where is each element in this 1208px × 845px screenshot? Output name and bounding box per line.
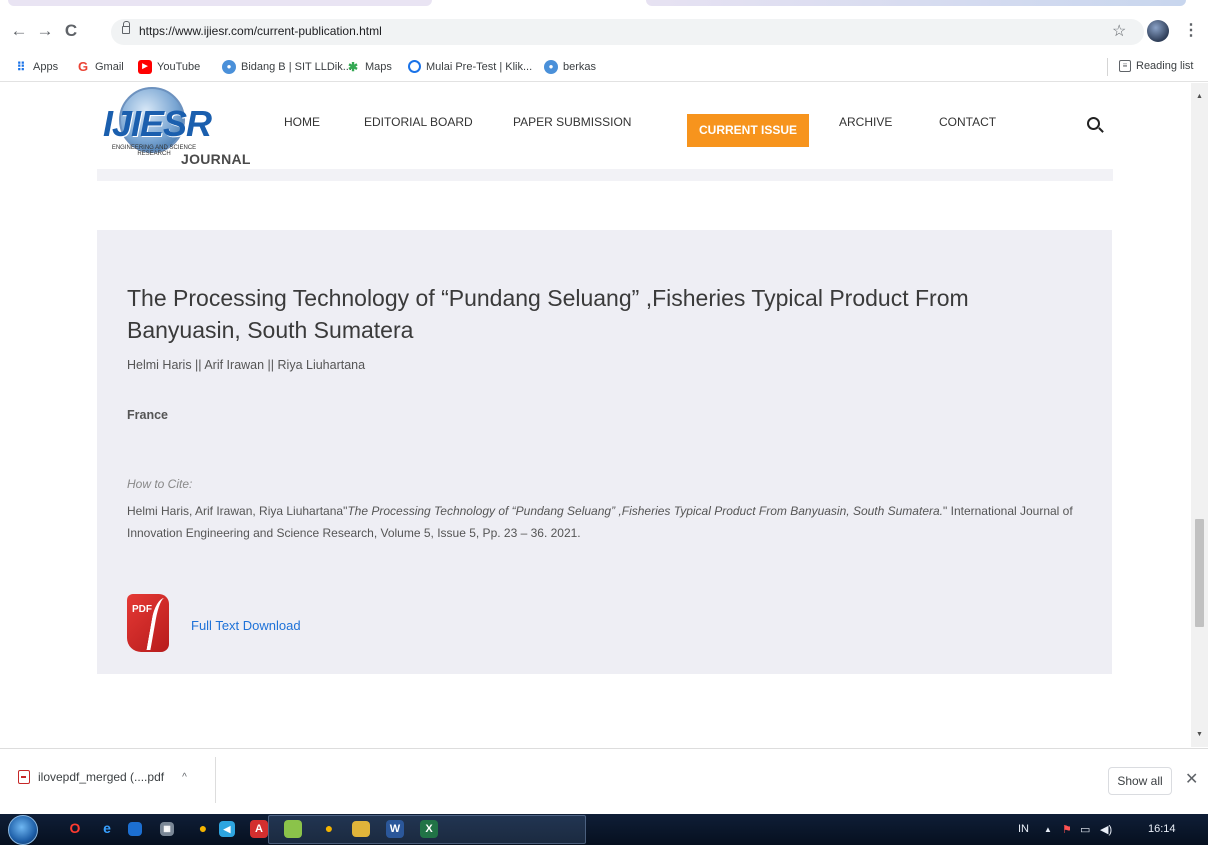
bookmark-apps[interactable]: ⠿ Apps — [14, 60, 58, 74]
apps-grid-icon: ⠿ — [16, 60, 26, 74]
start-button[interactable] — [8, 815, 38, 845]
reload-icon[interactable]: C — [60, 20, 82, 42]
chrome-icon[interactable]: ● — [318, 817, 340, 839]
app-icon[interactable] — [128, 822, 142, 836]
profile-avatar[interactable] — [1147, 20, 1169, 42]
article-country: France — [127, 408, 168, 422]
back-icon[interactable]: ← — [8, 20, 30, 42]
nav-current-issue[interactable]: CURRENT ISSUE — [687, 114, 809, 147]
search-icon[interactable] — [1087, 117, 1100, 130]
bookmark-youtube[interactable]: ▶ YouTube — [138, 60, 200, 74]
article-authors: Helmi Haris || Arif Irawan || Riya Liuha… — [127, 358, 366, 372]
bookmark-maps[interactable]: ✱ Maps — [346, 60, 392, 74]
chevron-up-icon[interactable]: ^ — [182, 772, 187, 783]
tray-expand-icon[interactable]: ▲ — [1044, 825, 1052, 834]
forward-icon[interactable]: → — [34, 20, 56, 42]
logo-wordmark: IJIESR — [103, 103, 212, 144]
bookmark-gmail[interactable]: G Gmail — [76, 60, 124, 74]
citation-title: The Processing Technology of “Pundang Se… — [347, 504, 943, 518]
download-filename: ilovepdf_merged (....pdf — [38, 770, 165, 784]
citation-title-close: " — [943, 504, 948, 518]
bookmark-star-icon[interactable]: ☆ — [1112, 21, 1126, 41]
maps-pin-icon: ✱ — [347, 60, 359, 74]
flag-icon[interactable]: ⚑ — [1062, 823, 1072, 836]
acrobat-icon[interactable]: A — [250, 820, 268, 838]
citation-text: Helmi Haris, Arif Irawan, Riya Liuhartan… — [127, 500, 1092, 544]
circle-o-icon — [408, 60, 421, 73]
globe-icon: ● — [222, 60, 236, 74]
clock[interactable]: 16:14 — [1148, 823, 1176, 835]
bookmark-bidang[interactable]: ● Bidang B | SIT LLDik... — [222, 60, 352, 74]
nav-editorial-board[interactable]: EDITORIAL BOARD — [364, 115, 473, 129]
excel-icon[interactable]: X — [420, 820, 438, 838]
pdf-file-icon — [18, 770, 30, 784]
scroll-thumb[interactable] — [1195, 519, 1204, 627]
tab-strip — [0, 0, 1208, 12]
pdf-badge: PDF — [132, 604, 152, 615]
menu-kebab-icon[interactable]: ⋮ — [1183, 20, 1199, 40]
bookmark-label: YouTube — [157, 61, 201, 73]
lock-icon[interactable] — [122, 21, 130, 34]
language-indicator[interactable]: IN — [1018, 823, 1029, 835]
app-icon[interactable] — [284, 820, 302, 838]
opera-icon[interactable]: O — [64, 817, 86, 839]
page-viewport: IJIESR ENGINEERING AND SCIENCE RESEARCH … — [0, 83, 1191, 747]
word-icon[interactable]: W — [386, 820, 404, 838]
google-g-icon: G — [77, 59, 89, 74]
address-bar[interactable]: https://www.ijiesr.com/current-publicati… — [111, 19, 1144, 45]
bookmark-label: Gmail — [95, 61, 124, 73]
nav-paper-submission[interactable]: PAPER SUBMISSION — [513, 115, 631, 129]
bookmark-label: Bidang B | SIT LLDik... — [241, 61, 352, 73]
divider — [1107, 58, 1108, 76]
show-all-button[interactable]: Show all — [1108, 767, 1172, 795]
browser-tab[interactable] — [8, 0, 432, 6]
bookmark-berkas[interactable]: ● berkas — [544, 60, 596, 74]
reading-list-label: Reading list — [1136, 60, 1194, 72]
article-card: The Processing Technology of “Pundang Se… — [97, 230, 1112, 674]
url-text: https://www.ijiesr.com/current-publicati… — [139, 24, 382, 38]
globe-icon: ● — [544, 60, 558, 74]
bookmark-pretest[interactable]: Mulai Pre-Test | Klik... — [408, 60, 532, 73]
network-icon[interactable]: ▭ — [1080, 823, 1090, 836]
nav-archive[interactable]: ARCHIVE — [839, 115, 892, 129]
bookmark-label: Maps — [365, 61, 392, 73]
reading-list-button[interactable]: ≡ Reading list — [1119, 60, 1193, 72]
telegram-icon[interactable]: ◀ — [219, 821, 235, 837]
browser-tab[interactable] — [646, 0, 1186, 6]
citation-authors: Helmi Haris, Arif Irawan, Riya Liuhartan… — [127, 504, 348, 518]
journal-label: JOURNAL — [181, 151, 251, 167]
toolbar: ← → C https://www.ijiesr.com/current-pub… — [0, 12, 1208, 50]
bookmark-label: berkas — [563, 61, 597, 73]
close-icon[interactable]: ✕ — [1185, 769, 1198, 789]
full-text-download-link[interactable]: Full Text Download — [191, 618, 301, 633]
youtube-icon: ▶ — [138, 60, 152, 74]
calculator-icon[interactable]: ▦ — [160, 822, 174, 836]
nav-contact[interactable]: CONTACT — [939, 115, 996, 129]
cite-label: How to Cite: — [127, 477, 193, 491]
download-item[interactable]: ilovepdf_merged (....pdf ^ — [18, 770, 187, 784]
site-header: IJIESR ENGINEERING AND SCIENCE RESEARCH … — [97, 83, 1113, 181]
chrome-icon[interactable]: ● — [192, 817, 214, 839]
pdf-icon[interactable]: PDF — [127, 590, 178, 656]
edge-icon[interactable]: e — [96, 817, 118, 839]
volume-icon[interactable]: ◀) — [1100, 823, 1112, 836]
reading-list-icon: ≡ — [1119, 60, 1131, 72]
download-shelf: ilovepdf_merged (....pdf ^ Show all ✕ — [0, 748, 1208, 814]
article-title: The Processing Technology of “Pundang Se… — [127, 285, 969, 343]
bookmark-label: Mulai Pre-Test | Klik... — [426, 60, 533, 73]
folder-icon[interactable] — [352, 821, 370, 837]
page-scrollbar[interactable]: ▲ ▼ — [1191, 83, 1208, 747]
bookmark-label: Apps — [33, 61, 59, 73]
nav-home[interactable]: HOME — [284, 115, 320, 129]
scroll-down-arrow-icon[interactable]: ▼ — [1196, 731, 1203, 738]
windows-taskbar: O e ▦ ● ◀ A ● W X IN ▲ ⚑ ▭ ◀) 16:14 — [0, 814, 1208, 845]
bookmarks-bar: ⠿ Apps G Gmail ▶ YouTube ● Bidang B | SI… — [0, 50, 1208, 82]
scroll-up-arrow-icon[interactable]: ▲ — [1196, 93, 1203, 100]
divider — [215, 757, 216, 803]
